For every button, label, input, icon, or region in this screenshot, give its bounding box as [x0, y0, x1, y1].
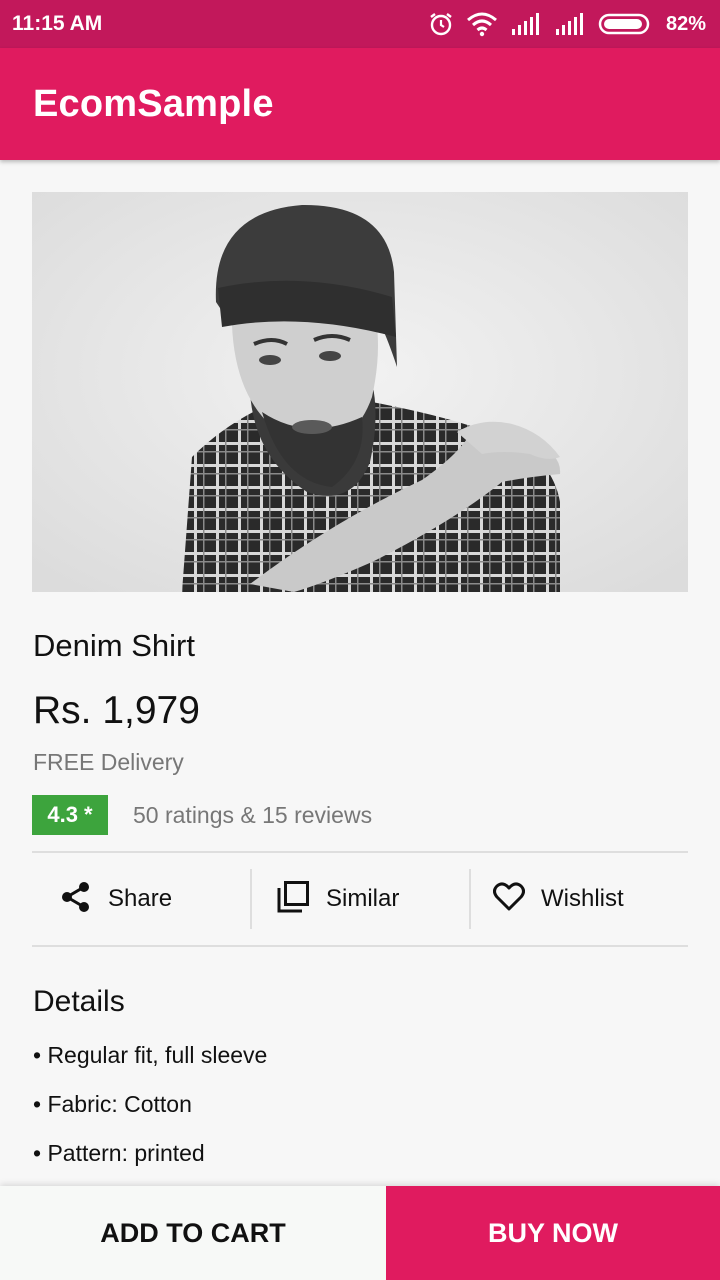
product-price: Rs. 1,979	[33, 689, 200, 732]
list-item: • Fabric: Cotton	[33, 1091, 192, 1117]
rating-badge: 4.3 *	[32, 795, 108, 835]
app-bar: EcomSample	[0, 48, 720, 160]
signal-icon-2	[554, 12, 586, 36]
list-item: • Pattern: printed	[33, 1140, 205, 1166]
share-icon	[60, 881, 108, 918]
signal-icon-1	[510, 12, 542, 36]
delivery-info: FREE Delivery	[33, 749, 184, 775]
app-title: EcomSample	[33, 82, 274, 125]
similar-icon	[276, 880, 326, 919]
details-list: • Regular fit, full sleeve • Fabric: Cot…	[33, 1042, 267, 1189]
similar-button[interactable]: Similar	[250, 869, 469, 929]
buy-now-button[interactable]: BUY NOW	[386, 1186, 720, 1280]
wifi-icon	[466, 11, 498, 37]
status-bar: 11:15 AM 82%	[0, 0, 720, 48]
wishlist-label: Wishlist	[541, 885, 624, 912]
product-image[interactable]	[32, 192, 688, 592]
battery-percent: 82%	[665, 12, 706, 35]
bottom-action-bar: ADD TO CART BUY NOW	[0, 1186, 720, 1280]
wishlist-button[interactable]: Wishlist	[469, 869, 688, 929]
ratings-reviews-text[interactable]: 50 ratings & 15 reviews	[133, 802, 372, 829]
status-icons: 82%	[428, 11, 706, 37]
battery-icon	[598, 13, 652, 35]
heart-icon	[493, 881, 541, 917]
status-time: 11:15 AM	[12, 12, 103, 35]
actions-row: Share Similar Wishlist	[32, 853, 688, 945]
similar-label: Similar	[326, 885, 400, 912]
share-button[interactable]: Share	[32, 853, 250, 945]
share-label: Share	[108, 885, 173, 912]
product-name: Denim Shirt	[33, 628, 195, 663]
divider	[32, 945, 688, 947]
alarm-icon	[428, 11, 454, 37]
list-item: • Regular fit, full sleeve	[33, 1042, 268, 1068]
details-heading: Details	[33, 985, 125, 1018]
add-to-cart-button[interactable]: ADD TO CART	[0, 1186, 386, 1280]
